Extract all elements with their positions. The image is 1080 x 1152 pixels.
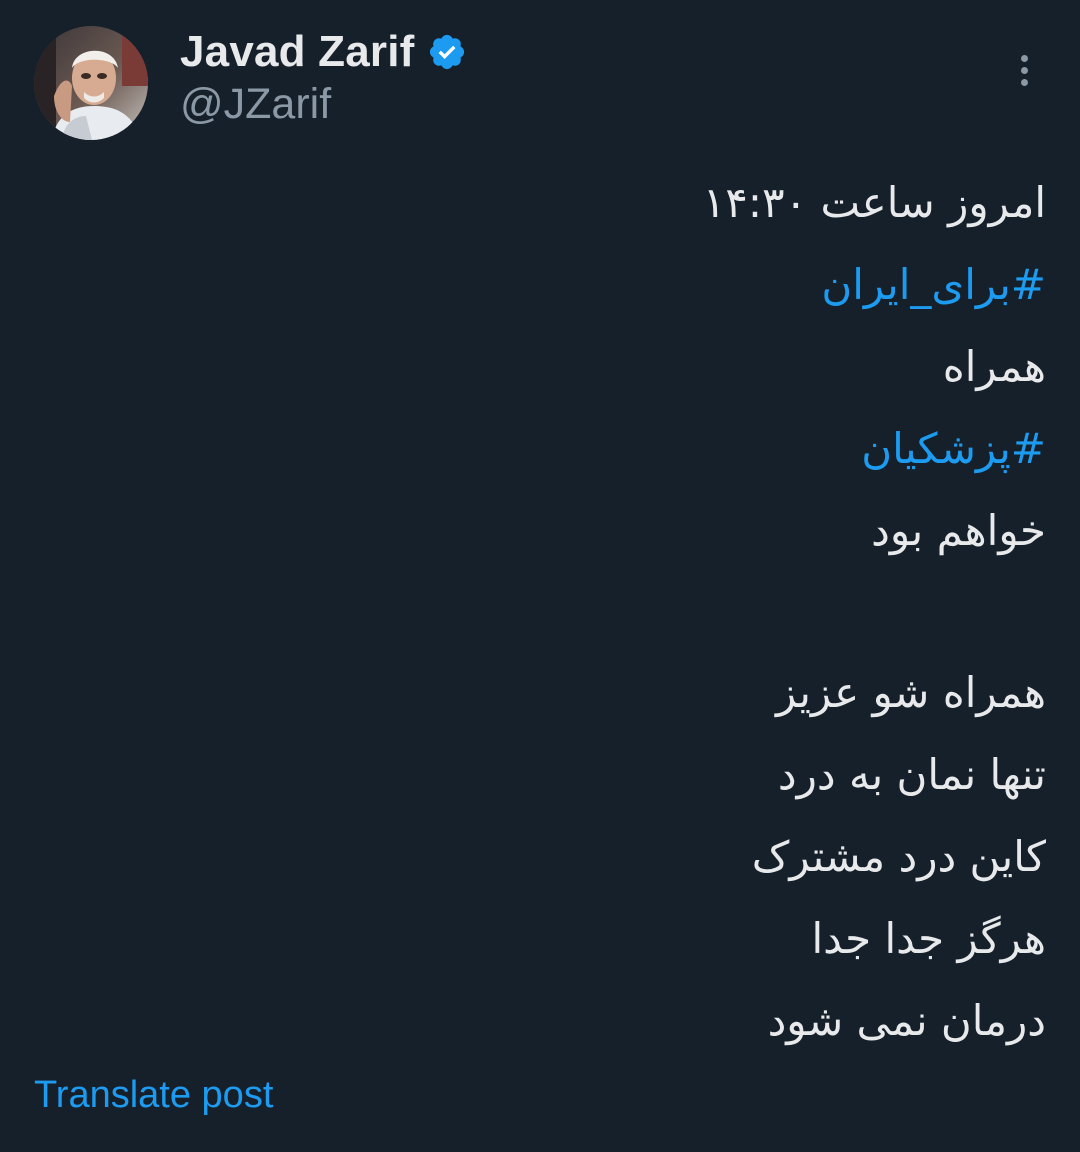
post-line: همراه شو عزیز (776, 668, 1046, 717)
post-line: #پزشکیان (46, 408, 1046, 490)
author-name-row[interactable]: Javad Zarif (180, 24, 467, 80)
avatar-photo (34, 26, 148, 140)
post-line: همراه (942, 342, 1046, 391)
verified-badge-icon (429, 34, 464, 70)
post-line: درمان نمی شود (767, 996, 1046, 1045)
translate-post-link[interactable]: Translate post (34, 1074, 273, 1117)
more-dot (1020, 66, 1028, 74)
author-display-name[interactable]: Javad Zarif (180, 27, 415, 77)
more-dot (1020, 78, 1028, 86)
post-line: امروز ساعت ۱۴:۳۰ (702, 178, 1046, 227)
avatar[interactable] (34, 26, 148, 140)
author-handle[interactable]: @JZarif (180, 80, 331, 129)
hashtag-link[interactable]: #پزشکیان (861, 424, 1046, 473)
post-line: خواهم بود (871, 506, 1046, 555)
more-vertical-icon (1020, 54, 1028, 62)
post-line: تنها نمان به درد (777, 750, 1046, 799)
post-line: #برای_ایران (46, 244, 1046, 326)
post-line: کاین درد مشترک (751, 832, 1046, 881)
post-text: امروز ساعت ۱۴:۳۰ #برای_ایران همراه #پزشک… (46, 162, 1046, 1062)
post-card: Javad Zarif @JZarif امروز ساعت ۱۴:۳۰ #بر… (0, 0, 1080, 1152)
more-options-button[interactable] (1000, 44, 1048, 96)
hashtag-link[interactable]: #برای_ایران (821, 260, 1046, 309)
post-line: هرگز جدا جدا (811, 914, 1046, 963)
